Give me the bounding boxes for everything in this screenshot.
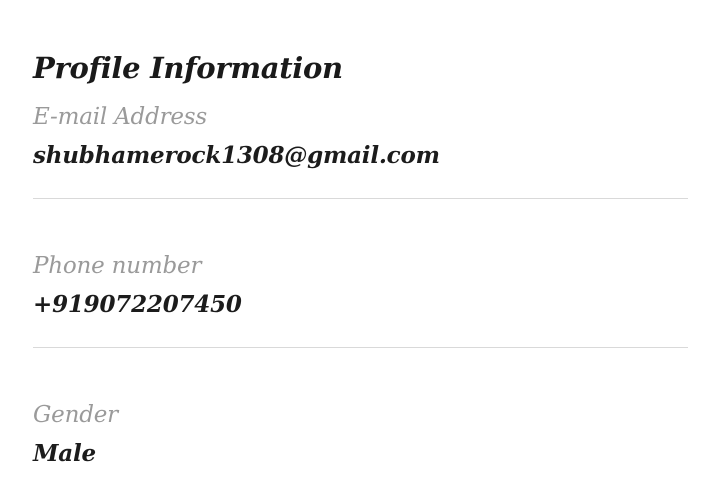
phone-field: Phone number +919072207450 <box>33 251 688 348</box>
gender-label: Gender <box>33 402 118 428</box>
profile-page: Profile Information E-mail Address shubh… <box>0 0 719 495</box>
email-field: E-mail Address shubhamerock1308@gmail.co… <box>33 102 688 199</box>
email-value: shubhamerock1308@gmail.com <box>33 142 440 169</box>
email-label: E-mail Address <box>33 104 208 130</box>
section-title: Profile Information <box>33 51 343 85</box>
phone-value: +919072207450 <box>33 291 242 318</box>
gender-field: Gender Male <box>33 400 688 480</box>
phone-label: Phone number <box>33 253 202 279</box>
gender-value: Male <box>33 440 96 467</box>
